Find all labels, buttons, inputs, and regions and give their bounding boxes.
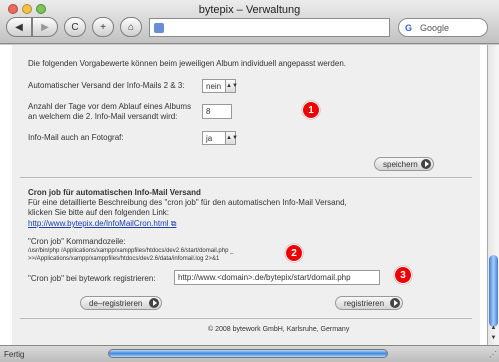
status-bar: Fertig ⋰ [0,345,499,362]
scroll-down-arrow-icon[interactable]: ▼ [488,335,499,344]
back-arrow-icon: ◀ [15,21,23,33]
cron-description-2: klicken Sie bitte auf den folgenden Link… [28,208,169,217]
divider [20,177,472,178]
loading-progress-bar [108,349,388,358]
address-bar[interactable] [149,18,390,37]
search-box[interactable]: G Google [398,18,488,37]
photographer-value: ja [206,133,213,143]
intro-text: Die folgenden Vorgabewerte können beim j… [28,59,346,68]
site-favicon-icon [154,22,164,33]
add-bookmark-button[interactable]: + [92,17,114,37]
window-titlebar: bytepix – Verwaltung ◀ ▶ C + ⌂ G Google [0,0,499,44]
command-label: "Cron job" Kommandozeile: [28,237,126,246]
photographer-label: Info-Mail auch an Fotograf: [28,133,124,142]
select-arrow-icon: ▲▼ [225,80,238,92]
register-button[interactable]: registrieren [335,296,403,310]
save-button[interactable]: speichern [374,157,434,171]
window-title: bytepix – Verwaltung [198,4,301,16]
footer-divider [20,318,472,319]
register-label: "Cron job" bei bytework registrieren: [28,274,156,283]
command-line-1: /usr/bin/php /Applications/xampp/xamppfi… [28,248,234,254]
days-label-line-1: Anzahl der Tage vor dem Ablauf eines Alb… [28,102,192,111]
footer-copyright: © 2008 bytework GmbH, Karlsruhe, Germany [208,326,350,333]
cron-heading: Cron job für automatischen Info-Mail Ver… [28,188,201,197]
select-arrow-icon: ▲▼ [225,132,238,144]
play-arrow-icon [390,298,400,308]
settings-panel: Die folgenden Vorgabewerte können beim j… [12,45,480,345]
auto-send-select[interactable]: nein ▲▼ [202,79,238,93]
deregister-button[interactable]: de–registrieren [80,296,162,310]
reload-button[interactable]: C [64,17,86,37]
cron-description-1: Für eine detaillierte Beschreibung des "… [28,198,347,207]
callout-badge-3: 3 [394,266,412,284]
resize-grip-icon[interactable]: ⋰ [489,350,497,359]
plus-icon: + [100,21,106,33]
external-link-icon: ⧉ [170,219,177,228]
page-content: Die folgenden Vorgabewerte können beim j… [0,45,487,345]
scroll-up-arrow-icon[interactable]: ▲ [488,325,499,334]
auto-send-value: nein [206,81,222,91]
play-arrow-icon [421,159,431,169]
days-label-line-2: an welchem die 2. Info-Mail versandt wir… [28,112,178,121]
home-icon: ⌂ [127,21,135,33]
scrollbar-thumb[interactable] [489,255,498,327]
register-url-input[interactable]: http://www.<domain>.de/bytepix/start/dom… [174,270,380,285]
callout-badge-2: 2 [285,244,303,262]
photographer-select[interactable]: ja ▲▼ [202,131,238,145]
google-icon: G [405,22,413,33]
home-button[interactable]: ⌂ [120,17,142,37]
search-placeholder: Google [420,22,450,33]
cron-info-link[interactable]: http://www.bytepix.de/InfoMailCron.html … [28,219,176,229]
forward-button[interactable]: ▶ [32,17,58,37]
status-text: Fertig [4,350,25,359]
play-arrow-icon [149,298,159,308]
days-input[interactable]: 8 [202,104,232,119]
reload-icon: C [71,21,79,33]
vertical-scrollbar[interactable]: ▲ ▼ [487,45,499,345]
forward-arrow-icon: ▶ [41,21,49,33]
back-button[interactable]: ◀ [6,17,32,37]
command-line-2: >>/Applications/xampp/xamppfiles/htdocs/… [28,256,220,262]
callout-badge-1: 1 [302,101,320,119]
auto-send-label: Automatischer Versand der Info-Mails 2 &… [28,81,185,90]
